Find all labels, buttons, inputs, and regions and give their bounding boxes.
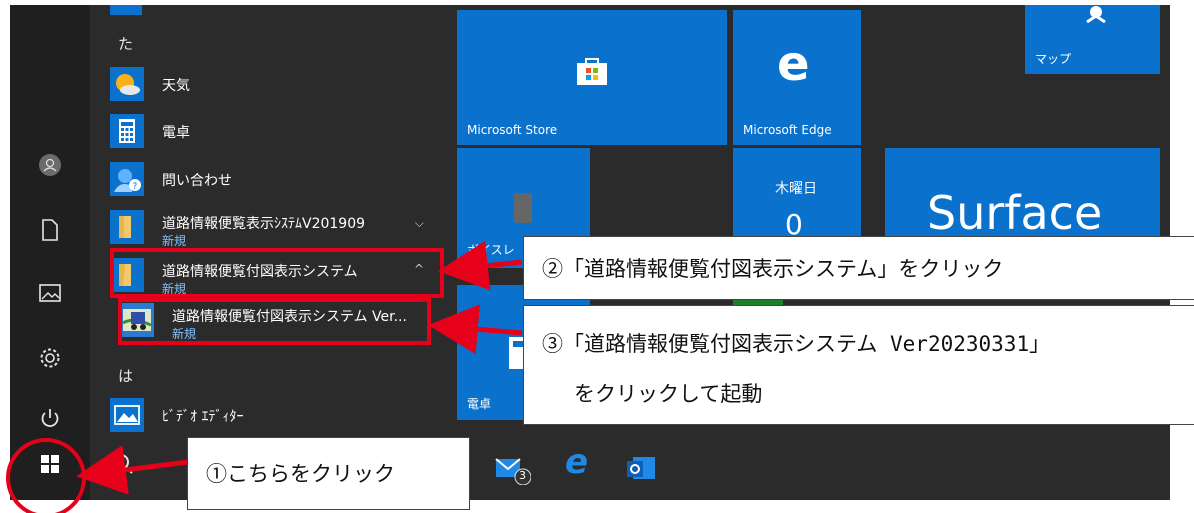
callout-step1: ①こちらをクリック — [187, 437, 470, 510]
callout-step3: ③「道路情報便覧付図表示システム Ver20230331」 をクリックして起動 — [523, 305, 1194, 425]
callout-step1-text: ①こちらをクリック — [206, 462, 395, 486]
callout-step2-text: ②「道路情報便覧付図表示システム」をクリック — [542, 257, 1004, 281]
callout-step2: ②「道路情報便覧付図表示システム」をクリック — [523, 236, 1194, 300]
screenshot: た 天気 電卓 ? 問い合わせ 道路情報便覧表示ｼｽﾃﾑV201909 新規 ⌵… — [0, 0, 1194, 513]
callout-step3-line2: をクリックして起動 — [574, 382, 763, 406]
callout-step3-line1: ③「道路情報便覧付図表示システム Ver20230331」 — [542, 332, 1051, 356]
